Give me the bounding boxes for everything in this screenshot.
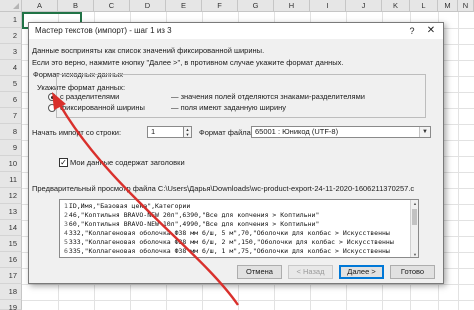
row-header-13[interactable]: 13 [0, 204, 22, 220]
spinner-down-icon[interactable]: ▼ [184, 132, 191, 137]
preview-line: 1ID,Имя,"Базовая цена",Категории [64, 202, 191, 210]
start-row-input[interactable]: 1 [147, 126, 184, 138]
file-preview-box[interactable]: 1ID,Имя,"Базовая цена",Категории 246,"Ко… [59, 199, 419, 258]
column-header-k[interactable]: K [382, 0, 410, 12]
row-header-16[interactable]: 16 [0, 252, 22, 268]
column-header-f[interactable]: F [202, 0, 238, 12]
close-icon[interactable]: ✕ [423, 25, 439, 37]
row-header-8[interactable]: 8 [0, 124, 22, 140]
row-header-2[interactable]: 2 [0, 28, 22, 44]
column-header-c[interactable]: C [94, 0, 130, 12]
finish-button[interactable]: Готово [390, 265, 435, 279]
column-header-a[interactable]: A [22, 0, 58, 12]
dialog-title: Мастер текстов (импорт) - шаг 1 из 3 [35, 26, 172, 35]
source-format-groupbox [56, 74, 426, 118]
grid-line [22, 300, 474, 301]
preview-line: 4332,"Коллагеновая оболочка Ф38 мм б/ш, … [64, 229, 390, 237]
start-row-label: Начать импорт со строки: [32, 128, 122, 137]
row-header-17[interactable]: 17 [0, 268, 22, 284]
column-header-l[interactable]: L [410, 0, 438, 12]
back-button[interactable]: < Назад [288, 265, 333, 279]
grid-line [22, 284, 474, 285]
help-icon[interactable]: ? [405, 25, 419, 37]
row-header-19[interactable]: 19 [0, 300, 22, 310]
headers-checkbox[interactable]: ✓ [59, 158, 68, 167]
preview-line: 6335,"Коллагеновая оболочка Ф38 мм б/ш, … [64, 247, 390, 255]
row-header-12[interactable]: 12 [0, 188, 22, 204]
row-header-5[interactable]: 5 [0, 76, 22, 92]
cancel-button[interactable]: Отмена [237, 265, 282, 279]
dialog-titlebar[interactable]: Мастер текстов (импорт) - шаг 1 из 3 ? ✕ [29, 23, 443, 39]
row-header-3[interactable]: 3 [0, 44, 22, 60]
preview-label: Предварительный просмотр файла C:\Users\… [32, 184, 415, 193]
row-header-18[interactable]: 18 [0, 284, 22, 300]
row-header-4[interactable]: 4 [0, 60, 22, 76]
column-header-g[interactable]: G [238, 0, 274, 12]
radio-fixed-width[interactable] [48, 104, 56, 112]
row-header-1[interactable]: 1 [0, 12, 22, 28]
column-header-i[interactable]: I [310, 0, 346, 12]
scroll-up-icon[interactable]: ▲ [411, 200, 418, 208]
start-row-spinner[interactable]: ▲ ▼ [184, 126, 192, 138]
row-header-14[interactable]: 14 [0, 220, 22, 236]
select-all-corner[interactable] [0, 0, 22, 12]
row-header-10[interactable]: 10 [0, 156, 22, 172]
row-header-6[interactable]: 6 [0, 92, 22, 108]
preview-line: 246,"Коптильня BRAVO-NEW 20л",6390,"Все … [64, 211, 320, 219]
scroll-down-icon[interactable]: ▼ [411, 251, 418, 257]
file-format-label: Формат файла: [199, 128, 253, 137]
row-header-9[interactable]: 9 [0, 140, 22, 156]
file-format-select[interactable]: 65001 : Юникод (UTF-8) ▼ [251, 126, 431, 138]
preview-vertical-scrollbar[interactable]: ▲ ▼ [410, 200, 418, 257]
column-header-b[interactable]: B [58, 0, 94, 12]
column-header-j[interactable]: J [346, 0, 382, 12]
chevron-down-icon[interactable]: ▼ [419, 127, 430, 137]
column-header-e[interactable]: E [166, 0, 202, 12]
preview-line: 5333,"Коллагеновая оболочка Ф38 мм б/ш, … [64, 238, 394, 246]
column-header-h[interactable]: H [274, 0, 310, 12]
row-header-11[interactable]: 11 [0, 172, 22, 188]
radio-delimited[interactable] [48, 93, 56, 101]
column-header-d[interactable]: D [130, 0, 166, 12]
intro-line-1: Данные восприняты как список значений фи… [32, 46, 265, 55]
column-header-m[interactable]: M [438, 0, 458, 12]
intro-line-2: Если это верно, нажмите кнопку "Далее >"… [32, 58, 344, 67]
next-button[interactable]: Далее > [339, 265, 384, 279]
column-header-n[interactable]: N [458, 0, 474, 12]
file-format-value: 65001 : Юникод (UTF-8) [255, 127, 339, 136]
row-header-15[interactable]: 15 [0, 236, 22, 252]
scrollbar-thumb[interactable] [412, 209, 417, 225]
headers-checkbox-label[interactable]: Мои данные содержат заголовки [70, 158, 185, 167]
row-header-7[interactable]: 7 [0, 108, 22, 124]
grid-line [458, 12, 459, 310]
preview-line: 360,"Коптильня BRAVO-NEW 10л",4990,"Все … [64, 220, 320, 228]
